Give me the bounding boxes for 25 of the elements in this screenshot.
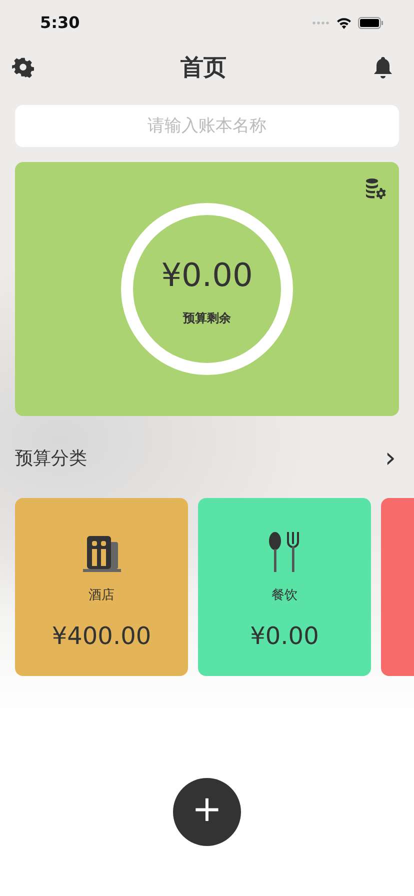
section-title: 预算分类: [15, 447, 87, 470]
coins-gear-icon: [365, 178, 387, 200]
more-button[interactable]: ›: [384, 444, 396, 472]
notification-button[interactable]: [373, 56, 393, 79]
settings-button[interactable]: [12, 56, 34, 78]
battery-icon: [358, 16, 384, 28]
category-amount: ¥0.00: [250, 622, 319, 650]
category-card[interactable]: 餐饮 ¥0.00: [198, 498, 371, 676]
category-card[interactable]: 酒店 ¥400.00: [15, 498, 188, 676]
add-button[interactable]: +: [173, 778, 241, 846]
building-icon: [82, 536, 120, 572]
search-field[interactable]: 请输入账本名称: [15, 105, 399, 147]
category-amount: ¥400.00: [52, 622, 152, 650]
category-name: 酒店: [88, 587, 114, 604]
page-title: 首页: [180, 54, 226, 83]
category-name: 餐饮: [272, 587, 298, 604]
bell-icon: [373, 56, 393, 79]
clock-time: 5:30: [40, 13, 80, 32]
signal-icon: [312, 20, 330, 24]
settings-icon: [12, 56, 34, 78]
wifi-icon: [336, 16, 352, 28]
remaining-amount: ¥0.00: [161, 256, 253, 294]
budget-settings-button[interactable]: [365, 178, 387, 200]
spoon-fork-icon: [268, 532, 302, 572]
remaining-label: 预算剩余: [183, 310, 231, 326]
